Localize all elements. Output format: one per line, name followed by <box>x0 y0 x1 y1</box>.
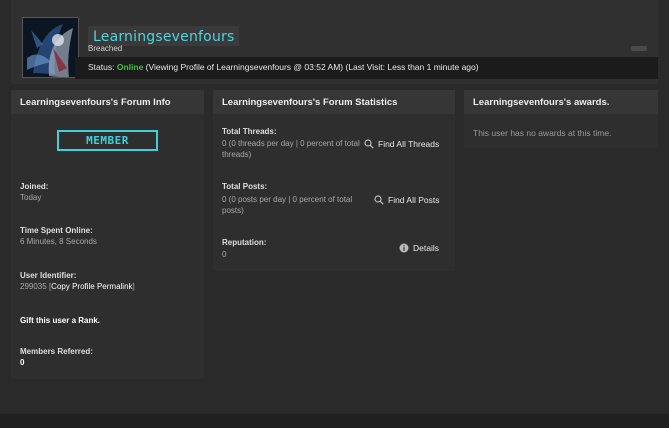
details-label: Details <box>413 243 439 253</box>
user-id-label: User Identifier: <box>20 271 77 280</box>
awards-empty-text: This user has no awards at this time. <box>473 128 612 138</box>
status-bar: Status: Online (Viewing Profile of Learn… <box>75 57 658 79</box>
find-threads-button[interactable]: Find All Threads <box>364 139 439 149</box>
joined-value: Today <box>20 193 42 202</box>
user-id-row: 299035 [Copy Profile Permalink] <box>20 282 135 293</box>
forum-stats-panel: Learningsevenfours's Forum Statistics To… <box>213 90 455 271</box>
posts-label: Total Posts: <box>222 182 268 191</box>
rank-badge: MEMBER <box>57 130 158 151</box>
footer-bar <box>0 414 669 428</box>
threads-label: Total Threads: <box>222 127 277 136</box>
referred-value: 0 <box>20 358 25 367</box>
copy-permalink-link[interactable]: Copy Profile Permalink <box>51 282 132 291</box>
find-posts-label: Find All Posts <box>388 195 440 205</box>
usergroup: Breached <box>88 44 123 53</box>
forum-stats-title: Learningsevenfours's Forum Statistics <box>213 90 455 114</box>
reputation-label: Reputation: <box>222 238 267 247</box>
reputation-value: 0 <box>222 250 227 259</box>
awards-panel: Learningsevenfours's awards. This user h… <box>464 90 658 148</box>
info-icon <box>399 243 409 253</box>
reputation-details-button[interactable]: Details <box>399 243 439 253</box>
permalink-close-bracket: ] <box>132 282 135 291</box>
time-online-value: 6 Minutes, 8 Seconds <box>20 237 97 246</box>
forum-info-title: Learningsevenfours's Forum Info <box>11 90 204 114</box>
status-label: Status: <box>88 62 115 72</box>
find-posts-button[interactable]: Find All Posts <box>374 195 440 205</box>
scroll-handle[interactable] <box>631 46 647 51</box>
search-icon <box>374 195 384 205</box>
awards-title: Learningsevenfours's awards. <box>464 90 658 114</box>
gift-rank-link[interactable]: Gift this user a Rank. <box>20 316 100 325</box>
joined-label: Joined: <box>20 182 49 191</box>
threads-value: 0 (0 threads per day | 0 percent of tota… <box>222 139 360 159</box>
status-details: (Viewing Profile of Learningsevenfours @… <box>145 62 479 72</box>
username-box: Learningsevenfours <box>88 26 240 46</box>
user-id-value: 299035 <box>20 282 47 291</box>
forum-info-panel: Learningsevenfours's Forum Info MEMBER J… <box>11 90 204 379</box>
referred-label: Members Referred: <box>20 347 93 356</box>
time-online-label: Time Spent Online: <box>20 226 93 235</box>
posts-value: 0 (0 posts per day | 0 percent of total … <box>222 195 353 215</box>
online-status: Online <box>116 62 144 72</box>
find-threads-label: Find All Threads <box>378 139 440 149</box>
search-icon <box>364 139 374 149</box>
avatar[interactable] <box>22 17 79 78</box>
username: Learningsevenfours <box>93 29 235 45</box>
